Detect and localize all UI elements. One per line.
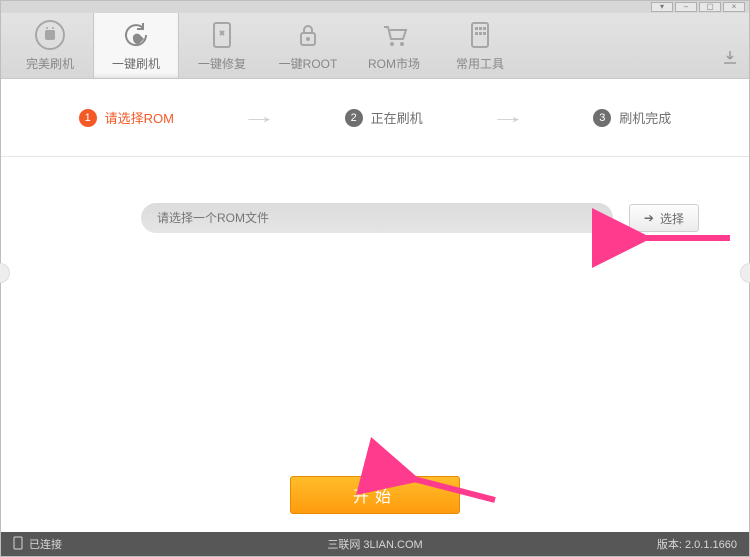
toolbar-label: 一键刷机 [112,55,160,72]
select-button-label: 选择 [660,210,684,227]
toolbar-label: 完美刷机 [26,55,74,72]
main-panel: ➔ 选择 开始 [1,157,749,532]
settings-dropdown-button[interactable]: ▾ [651,2,673,12]
start-button[interactable]: 开始 [290,476,460,514]
arrow-right-icon: ➔ [644,211,654,225]
phone-wrench-icon [205,19,239,51]
version-text: 版本: 2.0.1.1660 [657,536,737,552]
refresh-touch-icon [119,19,153,51]
android-circle-icon [33,19,67,51]
select-rom-button[interactable]: ➔ 选择 [629,204,699,232]
step-badge: 1 [79,109,97,127]
toolbar-label: 常用工具 [456,55,504,72]
step-label: 请选择ROM [105,108,174,127]
toolbar-label: 一键修复 [198,55,246,72]
toolbar-label: ROM市场 [368,55,420,72]
toolbar-item-perfect-flash[interactable]: 完美刷机 [7,13,93,78]
arrow-icon: → [490,106,526,129]
minimize-button[interactable]: – [675,2,697,12]
phone-icon [13,536,23,553]
step-label: 正在刷机 [371,108,423,127]
close-button[interactable]: × [723,2,745,12]
content-area: 1 请选择ROM → 2 正在刷机 → 3 刷机完成 ➔ 选择 [1,79,749,532]
ticket-notch [0,263,10,283]
toolbar-item-one-key-repair[interactable]: 一键修复 [179,13,265,78]
phone-grid-icon [463,19,497,51]
ticket-notch [740,263,750,283]
window-titlebar: ▾ – ▢ × [1,1,749,13]
download-icon[interactable] [721,49,739,72]
toolbar-item-rom-market[interactable]: ROM市场 [351,13,437,78]
step-label: 刷机完成 [619,108,671,127]
progress-steps: 1 请选择ROM → 2 正在刷机 → 3 刷机完成 [1,79,749,157]
rom-file-input[interactable] [141,203,613,233]
toolbar-item-one-key-root[interactable]: 一键ROOT [265,13,351,78]
maximize-button[interactable]: ▢ [699,2,721,12]
cart-icon [377,19,411,51]
step-badge: 2 [345,109,363,127]
toolbar-item-common-tools[interactable]: 常用工具 [437,13,523,78]
step-done: 3 刷机完成 [593,108,671,127]
arrow-icon: → [241,106,277,129]
watermark-text: 三联网 3LIAN.COM [327,536,422,552]
rom-picker-row: ➔ 选择 [141,203,699,233]
step-badge: 3 [593,109,611,127]
toolbar-label: 一键ROOT [279,55,338,72]
app-window: ▾ – ▢ × 完美刷机 一键刷机 一键修复 一键ROOT [0,0,750,557]
status-bar: 已连接 三联网 3LIAN.COM 版本: 2.0.1.1660 [1,532,749,556]
lock-touch-icon [291,19,325,51]
connection-status: 已连接 [29,536,62,552]
step-flashing: 2 正在刷机 [345,108,423,127]
main-toolbar: 完美刷机 一键刷机 一键修复 一键ROOT ROM市场 [1,13,749,79]
step-select-rom: 1 请选择ROM [79,108,174,127]
toolbar-item-one-key-flash[interactable]: 一键刷机 [93,13,179,78]
